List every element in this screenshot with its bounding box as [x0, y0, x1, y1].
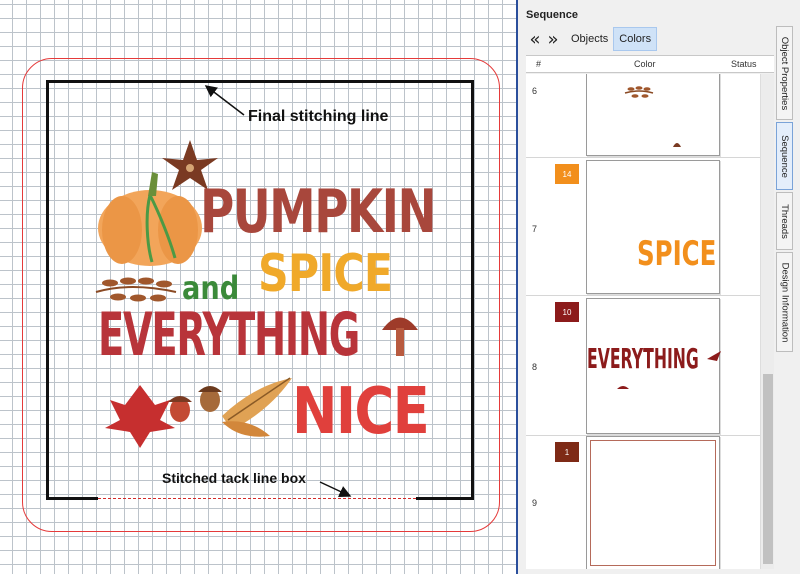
side-tab-threads[interactable]: Threads — [776, 192, 793, 250]
sequence-panel: Sequence « » Objects Colors # Color Stat… — [516, 0, 800, 574]
double-chevron-right-icon[interactable]: » — [544, 28, 562, 50]
thumb-tack-box — [590, 440, 716, 566]
row-thumbnail — [586, 74, 720, 156]
row-number: 6 — [532, 86, 538, 96]
sequence-row[interactable]: 8 10 EVERYTHING — [526, 296, 774, 436]
row-thumbnail: SPICE — [586, 160, 720, 294]
app-window: PUMPKIN and SPICE EVERYTHING NICE Final … — [0, 0, 800, 574]
sequence-row[interactable]: 6 — [526, 74, 774, 158]
sequence-toolbar: « » Objects Colors — [526, 26, 774, 52]
row-number: 8 — [532, 362, 538, 372]
sequence-scrollbar[interactable] — [760, 74, 774, 569]
tab-colors[interactable]: Colors — [613, 27, 658, 51]
side-tab-design-information[interactable]: Design Information — [776, 252, 793, 352]
side-tab-object-properties[interactable]: Object Properties — [776, 26, 793, 120]
annotation-arrows — [204, 85, 352, 497]
panel-title: Sequence — [526, 9, 578, 21]
side-tab-sequence[interactable]: Sequence — [776, 122, 793, 190]
leaf-sprig-thumb — [624, 86, 681, 147]
row-thumbnail — [586, 436, 720, 569]
color-swatch[interactable]: 1 — [555, 442, 579, 462]
color-swatch[interactable]: 10 — [555, 302, 579, 322]
tack-line-label: Stitched tack line box — [162, 470, 306, 486]
row-thumbnail: EVERYTHING — [586, 298, 721, 434]
sequence-list[interactable]: 6 7 14 SPICE 8 10 EVERYTHING 9 1 — [526, 74, 774, 569]
design-canvas[interactable]: PUMPKIN and SPICE EVERYTHING NICE Final … — [0, 0, 516, 574]
tack-line-arrow — [319, 481, 352, 497]
double-chevron-left-icon[interactable]: « — [526, 28, 544, 50]
column-num: # — [536, 59, 542, 69]
sequence-row[interactable]: 9 1 — [526, 436, 774, 569]
side-tab-strip: Object Properties Sequence Threads Desig… — [775, 26, 795, 356]
thumb-accents — [617, 351, 721, 389]
final-line-arrow — [204, 85, 245, 116]
sequence-row[interactable]: 7 14 SPICE — [526, 158, 774, 296]
scroll-thumb[interactable] — [763, 374, 773, 564]
column-status: Status — [731, 59, 757, 69]
tab-objects[interactable]: Objects — [566, 27, 613, 51]
color-swatch[interactable]: 14 — [555, 164, 579, 184]
row-number: 7 — [532, 224, 538, 234]
row-number: 9 — [532, 498, 538, 508]
thumb-text-spice: SPICE — [637, 234, 717, 274]
column-color: Color — [634, 59, 656, 69]
final-stitching-label: Final stitching line — [248, 108, 389, 125]
sequence-column-header: # Color Status — [526, 55, 774, 73]
